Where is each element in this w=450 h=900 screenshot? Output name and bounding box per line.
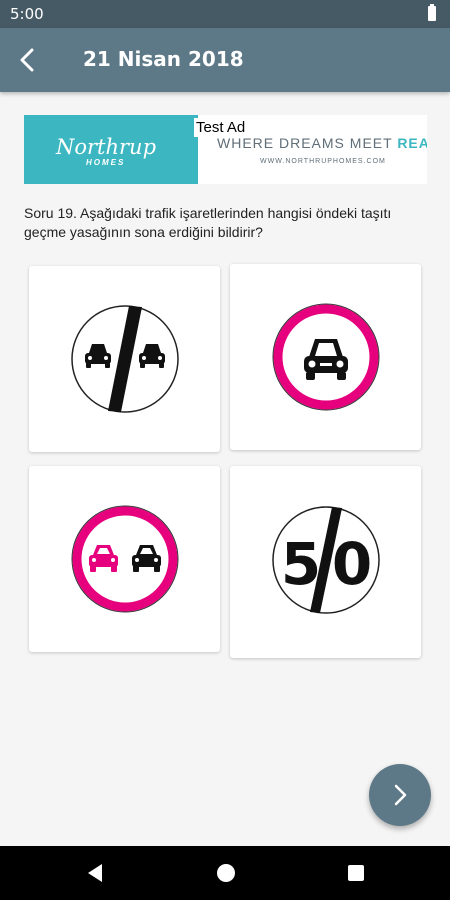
option-card-4[interactable]: 5 0 xyxy=(230,466,421,658)
question-text: Soru 19. Aşağıdaki trafik işaretlerinden… xyxy=(24,205,392,240)
status-time: 5:00 xyxy=(10,5,44,23)
nav-home-icon[interactable] xyxy=(215,862,237,884)
chevron-right-icon xyxy=(394,784,407,806)
ad-logo-block: Northrup HOMES xyxy=(24,115,198,184)
next-button[interactable] xyxy=(369,764,431,826)
back-button[interactable] xyxy=(12,42,48,78)
end-of-speed-limit-sign-icon: 5 0 xyxy=(272,506,380,614)
ad-url: WWW.NORTHRUPHOMES.COM xyxy=(260,158,386,165)
option-card-1[interactable] xyxy=(29,266,220,452)
battery-icon xyxy=(428,4,436,21)
nav-recents-icon[interactable] xyxy=(346,862,366,884)
ad-logo-sub: HOMES xyxy=(86,158,126,167)
end-of-no-overtaking-sign-icon xyxy=(71,305,179,413)
back-arrow-icon xyxy=(20,48,34,72)
app-bar: 21 Nisan 2018 xyxy=(0,28,450,92)
ad-slogan-main: WHERE DREAMS MEET xyxy=(217,135,398,151)
option-card-2[interactable] xyxy=(230,264,421,450)
ad-logo-name: Northrup xyxy=(56,135,157,159)
test-ad-label: Test Ad xyxy=(194,118,248,137)
page-title: 21 Nisan 2018 xyxy=(83,47,244,71)
no-overtaking-sign-icon xyxy=(71,505,179,613)
no-cars-sign-icon xyxy=(272,303,380,411)
system-nav-bar xyxy=(0,846,450,900)
nav-back-icon[interactable] xyxy=(85,862,105,884)
status-bar: 5:00 xyxy=(0,0,450,28)
option-card-3[interactable] xyxy=(29,466,220,652)
speed-digit-right: 0 xyxy=(332,530,372,598)
ad-slogan-accent: REA xyxy=(397,135,427,151)
ad-slogan: WHERE DREAMS MEET REA xyxy=(217,135,427,151)
